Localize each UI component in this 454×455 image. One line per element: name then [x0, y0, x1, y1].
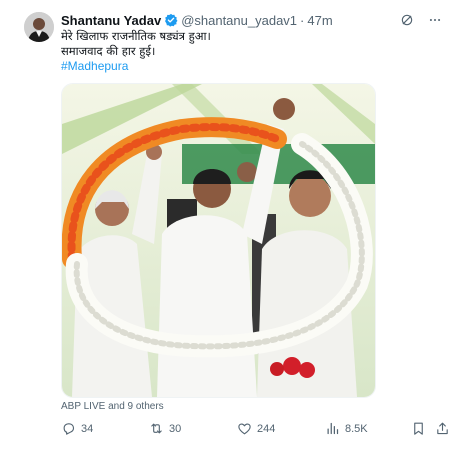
retweet-count: 30 [169, 422, 182, 435]
bookmark-button[interactable] [411, 421, 426, 436]
retweet-button[interactable]: 30 [149, 421, 181, 436]
tweet-line-2: समाजवाद की हार हुई। [61, 44, 156, 58]
tweet[interactable]: Shantanu Yadav @shantanu_yadav1 · 47m मे… [0, 0, 454, 455]
reply-button[interactable]: 34 [61, 421, 93, 436]
action-bar: 34 30 244 8.5K [61, 421, 449, 439]
share-icon [437, 422, 448, 435]
avatar[interactable] [24, 12, 54, 42]
author-handle[interactable]: @shantanu_yadav1 [181, 13, 297, 28]
like-button[interactable]: 244 [237, 421, 275, 436]
like-icon [238, 423, 251, 435]
hashtag-link[interactable]: #Madhepura [61, 59, 441, 74]
media-attribution[interactable]: ABP LIVE and 9 others [61, 401, 164, 412]
views-button[interactable]: 8.5K [325, 421, 368, 436]
tweet-photo[interactable] [61, 83, 376, 398]
separator: · [300, 12, 305, 28]
author-name[interactable]: Shantanu Yadav [61, 13, 161, 28]
more-icon[interactable] [428, 13, 442, 27]
like-count: 244 [257, 422, 276, 435]
grok-icon[interactable] [400, 13, 414, 27]
timestamp[interactable]: 47m [307, 13, 332, 28]
tweet-header: Shantanu Yadav @shantanu_yadav1 · 47m [61, 11, 442, 29]
bookmark-icon [414, 422, 423, 435]
reply-icon [63, 423, 75, 435]
verified-badge-icon [165, 13, 178, 27]
tweet-line-1: मेरे खिलाफ राजनीतिक षड्यंत्र हुआ। [61, 29, 211, 43]
tweet-text: मेरे खिलाफ राजनीतिक षड्यंत्र हुआ। समाजवा… [61, 29, 441, 74]
share-button[interactable] [435, 421, 450, 436]
retweet-icon [151, 423, 162, 434]
reply-count: 34 [81, 422, 94, 435]
views-count: 8.5K [345, 422, 368, 435]
photo-image [62, 84, 375, 397]
views-icon [327, 422, 339, 435]
